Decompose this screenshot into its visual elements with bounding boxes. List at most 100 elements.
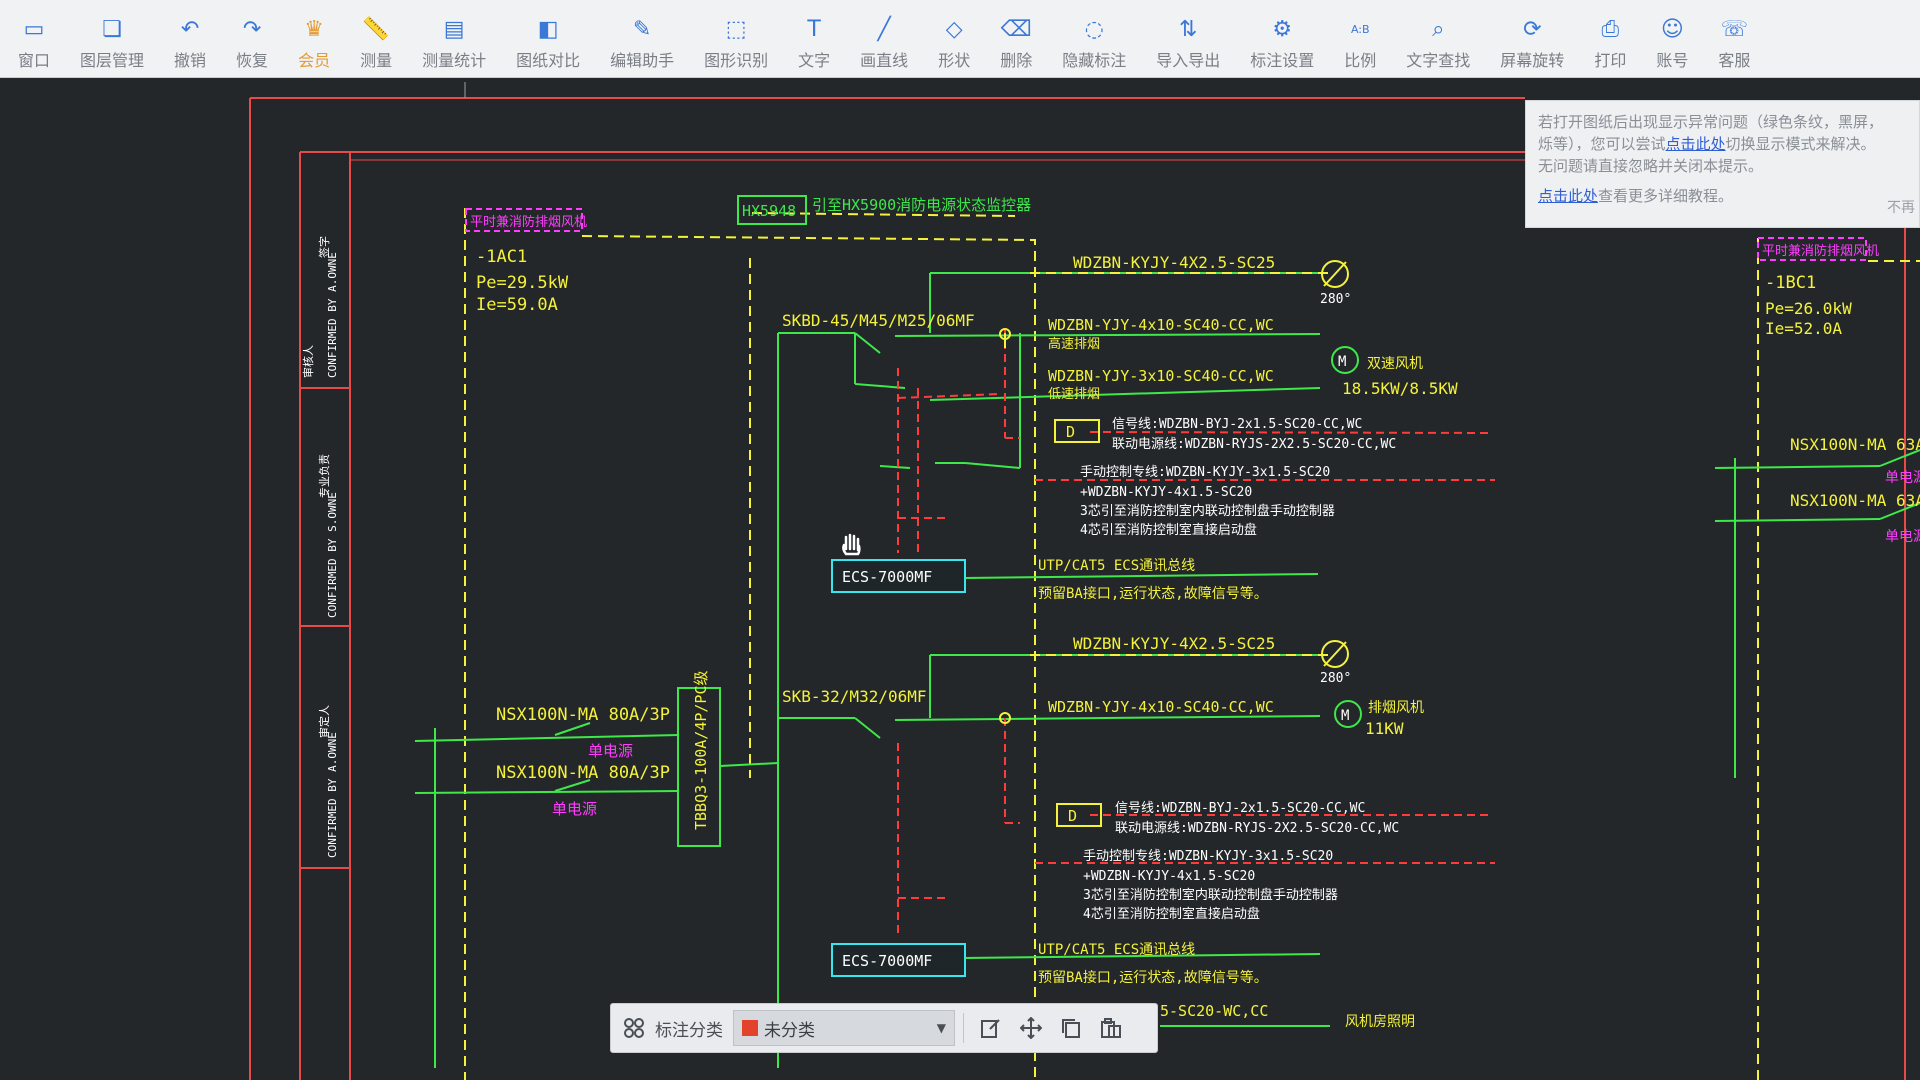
toolbar-label: 文字查找 bbox=[1406, 51, 1471, 70]
bottom-note: 风机房照明 bbox=[1345, 1014, 1415, 1030]
toolbar-label: 撤销 bbox=[174, 51, 207, 70]
panel-boundary bbox=[581, 235, 1036, 1080]
cable-note: 高速排烟 bbox=[1048, 336, 1100, 352]
toolbar-button-account[interactable]: ☺ 账号 bbox=[1648, 5, 1696, 77]
ba-note: 预留BA接口,运行状态,故障信号等。 bbox=[1038, 969, 1268, 986]
ruler-icon: 📏 bbox=[362, 17, 390, 42]
toolbar-button-eraser[interactable]: ⌫ 删除 bbox=[992, 5, 1040, 77]
toolbar-label: 账号 bbox=[1656, 51, 1689, 70]
notice-text: 切换显示模式来解决。 bbox=[1725, 135, 1876, 153]
compare-icon: ◧ bbox=[537, 17, 559, 42]
right-note: 单电源 bbox=[1885, 470, 1920, 486]
manual-note: 3芯引至消防控制室内联动控制盘手动控制器 bbox=[1080, 503, 1335, 519]
toolbar-button-measure-stats[interactable]: ▤ 测量统计 bbox=[414, 5, 494, 77]
paste-icon[interactable] bbox=[1098, 1015, 1124, 1041]
panel-pe: Pe=26.0kW bbox=[1765, 299, 1852, 318]
redo-icon: ↷ bbox=[242, 17, 262, 42]
ats-label: TBBQ3-100A/4P/PC级 bbox=[692, 671, 710, 831]
toolbar-button-rotate-screen[interactable]: ⟳ 屏幕旋转 bbox=[1492, 5, 1572, 77]
toolbar-label: 会员 bbox=[298, 51, 331, 70]
toolbar-button-layers[interactable]: ❏ 图层管理 bbox=[72, 5, 152, 77]
panel-name: -1BC1 bbox=[1765, 273, 1816, 293]
notice-text: 烁等），您可以尝试 bbox=[1538, 135, 1666, 153]
right-note: 单电源 bbox=[1885, 529, 1920, 545]
source-note: 单电源 bbox=[588, 742, 633, 760]
toolbar-button-undo[interactable]: ↶ 撤销 bbox=[166, 5, 214, 77]
hand-cursor-icon bbox=[842, 533, 861, 556]
vip-icon: ♛ bbox=[304, 17, 324, 42]
toolbar-label: 标注设置 bbox=[1250, 51, 1315, 70]
toolbar-button-redo[interactable]: ↷ 恢复 bbox=[228, 5, 276, 77]
manual-cable: +WDZBN-KYJY-4x1.5-SC20 bbox=[1083, 869, 1255, 884]
breaker-label: SKB-32/M32/06MF bbox=[782, 687, 927, 706]
source-note: 单电源 bbox=[552, 800, 597, 818]
toolbar-label: 画直线 bbox=[860, 51, 909, 70]
line-icon: ╱ bbox=[877, 17, 891, 42]
toolbar-button-scale[interactable]: A:B 比例 bbox=[1336, 5, 1384, 77]
title-block-text: CONFIRMED BY A.OWNE bbox=[326, 252, 339, 378]
motor-letter: M bbox=[1338, 354, 1346, 370]
toolbar-button-edit-helper[interactable]: ✎ 编辑助手 bbox=[602, 5, 682, 77]
toolbar-button-ruler[interactable]: 📏 测量 bbox=[352, 5, 400, 77]
grid-icon[interactable] bbox=[621, 1015, 647, 1041]
utp-label: UTP/CAT5 ECS通讯总线 bbox=[1038, 942, 1195, 958]
toolbar-label: 恢复 bbox=[236, 51, 269, 70]
toolbar-label: 测量 bbox=[360, 51, 393, 70]
toolbar-button-window[interactable]: ▭ 窗口 bbox=[10, 5, 58, 77]
layers-icon: ❏ bbox=[102, 17, 122, 42]
category-label: 标注分类 bbox=[655, 1020, 723, 1041]
toolbar-button-text[interactable]: T 文字 bbox=[790, 5, 838, 77]
ecs-label: ECS-7000MF bbox=[842, 568, 932, 586]
drawing-canvas[interactable]: 签字 审核人 CONFIRMED BY A.OWNE 专业负责 CONFIRME… bbox=[0, 78, 1920, 1080]
import-export-icon: ⇅ bbox=[1179, 17, 1198, 42]
edit-helper-icon: ✎ bbox=[632, 17, 652, 42]
motor-power: 18.5KW/8.5KW bbox=[1342, 379, 1458, 398]
account-icon: ☺ bbox=[1660, 17, 1684, 42]
main-breaker-2: NSX100N-MA 80A/3P bbox=[496, 763, 670, 783]
toolbar-button-shape[interactable]: ◇ 形状 bbox=[930, 5, 978, 77]
right-breaker-1: NSX100N-MA 63A/3 bbox=[1790, 435, 1920, 454]
power-cable: 联动电源线:WDZBN-RYJS-2X2.5-SC20-CC,WC bbox=[1115, 821, 1399, 836]
hx-note: 引至HX5900消防电源状态监控器 bbox=[812, 196, 1031, 214]
toolbar-button-shape-recognize[interactable]: ⬚ 图形识别 bbox=[696, 5, 776, 77]
d-box-label: D bbox=[1066, 423, 1075, 441]
toolbar-button-annotation-settings[interactable]: ⚙ 标注设置 bbox=[1242, 5, 1322, 77]
toolbar-label: 测量统计 bbox=[422, 51, 487, 70]
tutorial-link[interactable]: 点击此处 bbox=[1538, 187, 1598, 205]
d-box-label: D bbox=[1068, 807, 1077, 825]
eraser-icon: ⌫ bbox=[1000, 17, 1032, 42]
move-icon[interactable] bbox=[1018, 1015, 1044, 1041]
title-block-text: CONFIRMED BY A.OWNE bbox=[326, 732, 339, 858]
toolbar-button-compare[interactable]: ◧ 图纸对比 bbox=[508, 5, 588, 77]
divider bbox=[963, 1013, 964, 1043]
toolbar-button-print[interactable]: ⎙ 打印 bbox=[1586, 5, 1634, 77]
copy-icon[interactable] bbox=[1058, 1015, 1084, 1041]
toolbar-label: 导入导出 bbox=[1156, 51, 1221, 70]
panel-name: -1AC1 bbox=[476, 247, 527, 267]
cable-label: WDZBN-YJY-4x10-SC40-CC,WC bbox=[1048, 698, 1274, 716]
d-box bbox=[1054, 419, 1100, 443]
toolbar-button-hide-annotation[interactable]: ◌ 隐藏标注 bbox=[1054, 5, 1134, 77]
undo-icon: ↶ bbox=[180, 17, 200, 42]
title-block-text: CONFIRMED BY S.OWNE bbox=[326, 492, 339, 618]
toolbar-button-line[interactable]: ╱ 画直线 bbox=[852, 5, 916, 77]
toolbar-button-import-export[interactable]: ⇅ 导入导出 bbox=[1148, 5, 1228, 77]
rotate-screen-icon: ⟳ bbox=[1523, 17, 1542, 42]
switch-mode-link[interactable]: 点击此处 bbox=[1666, 135, 1726, 153]
category-select[interactable]: 未分类 ▼ bbox=[733, 1010, 955, 1046]
panel-title: 平时兼消防排烟风机 bbox=[1762, 243, 1879, 259]
title-block-text: 专业负责 bbox=[317, 454, 331, 498]
manual-note: 4芯引至消防控制室直接启动盘 bbox=[1080, 522, 1257, 538]
toolbar-label: 形状 bbox=[938, 51, 971, 70]
damper-temp: 280° bbox=[1320, 292, 1351, 307]
toolbar-button-vip[interactable]: ♛ 会员 bbox=[290, 5, 338, 77]
cad-drawing[interactable]: 签字 审核人 CONFIRMED BY A.OWNE 专业负责 CONFIRME… bbox=[0, 78, 1920, 1080]
toolbar-button-text-search[interactable]: ⌕ 文字查找 bbox=[1398, 5, 1478, 77]
toolbar-label: 图层管理 bbox=[80, 51, 145, 70]
utp-label: UTP/CAT5 ECS通讯总线 bbox=[1038, 558, 1195, 574]
toolbar-button-support[interactable]: ☏ 客服 bbox=[1710, 5, 1758, 77]
cable-note: 低速排烟 bbox=[1048, 387, 1100, 402]
dont-show-again-button[interactable]: 不再 bbox=[1887, 197, 1915, 219]
edit-icon[interactable] bbox=[978, 1015, 1004, 1041]
cable-label: WDZBN-YJY-3x10-SC40-CC,WC bbox=[1048, 367, 1274, 385]
